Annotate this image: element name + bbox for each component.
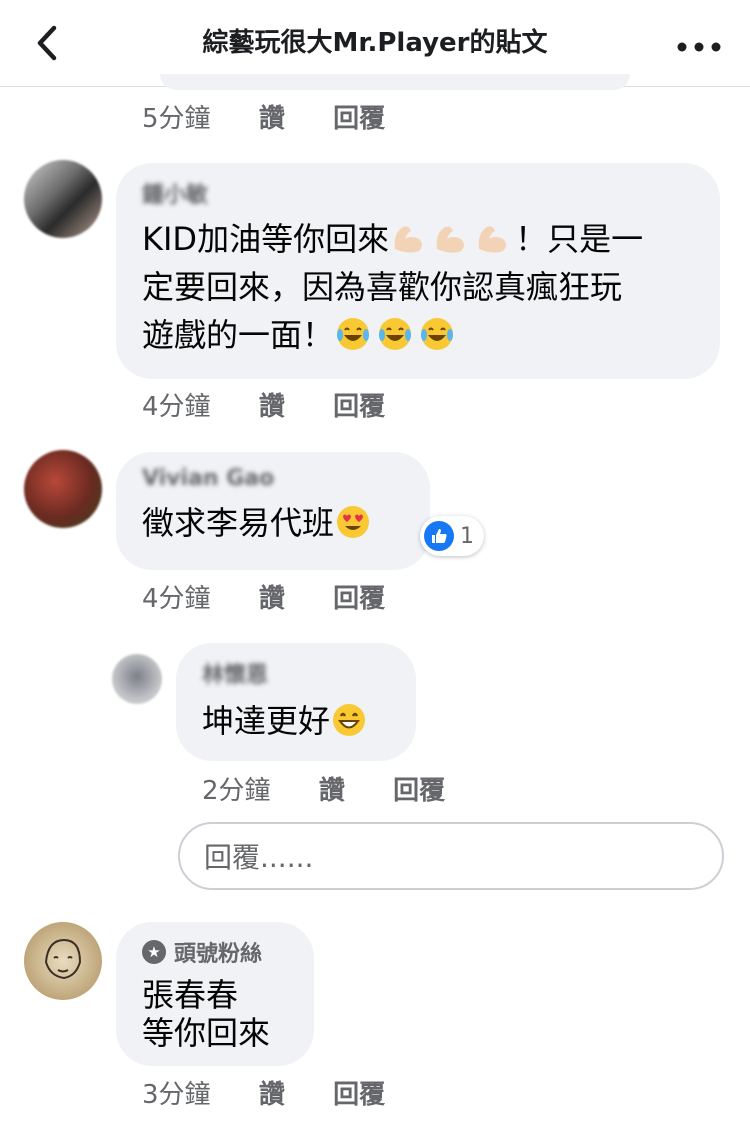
page-title: 綜藝玩很大Mr.Player的貼文 xyxy=(202,28,548,58)
reaction-count: 1 xyxy=(460,523,474,549)
tears-of-joy-icon xyxy=(334,315,372,353)
comment-bubble: Vivian Gao 徵求李易代班 xyxy=(116,452,430,570)
comment-time: 2分鐘 xyxy=(202,776,271,806)
badge-label: 頭號粉絲 xyxy=(174,942,263,967)
flexed-biceps-icon xyxy=(473,219,511,257)
star-icon: ★ xyxy=(142,940,166,964)
reply-link[interactable]: 回覆 xyxy=(333,1080,385,1110)
reply-bubble: 林懷恩 坤達更好 xyxy=(176,643,416,761)
like-link[interactable]: 讚 xyxy=(259,1080,285,1110)
comment-bubble: 鍾小敏 KID加油等你回來 ！只是一 定要回來，因為喜歡你認真瘋狂玩 遊戲的一面！ xyxy=(116,163,720,379)
flexed-biceps-icon xyxy=(431,219,469,257)
commenter-name[interactable]: 鍾小敏 xyxy=(142,177,694,209)
avatar[interactable] xyxy=(112,654,162,704)
commenter-name[interactable]: 林懷恩 xyxy=(202,657,390,689)
comment-time: 4分鐘 xyxy=(142,392,211,422)
comment-text: 徵求李易代班 xyxy=(142,499,404,547)
comment-text: 坤達更好 xyxy=(202,697,390,745)
flexed-biceps-icon xyxy=(389,219,427,257)
comment-meta: 2分鐘 讚 回覆 xyxy=(202,770,485,807)
reply-link[interactable]: 回覆 xyxy=(333,392,385,422)
top-fan-badge: ★ 頭號粉絲 xyxy=(142,936,288,968)
thumbs-up-icon xyxy=(424,521,454,551)
commenter-name[interactable]: Vivian Gao xyxy=(142,466,404,491)
comment-bubble: ★ 頭號粉絲 張春春 等你回來 xyxy=(116,922,314,1066)
avatar[interactable] xyxy=(24,922,102,1000)
like-link[interactable]: 讚 xyxy=(319,776,345,806)
avatar[interactable] xyxy=(24,160,102,238)
comment-time: 5分鐘 xyxy=(142,104,211,134)
tears-of-joy-icon xyxy=(376,315,414,353)
like-link[interactable]: 讚 xyxy=(259,584,285,614)
comment-text: KID加油等你回來 ！只是一 定要回來，因為喜歡你認真瘋狂玩 遊戲的一面！ xyxy=(142,219,644,354)
avatar[interactable] xyxy=(24,450,102,528)
more-horizontal-icon[interactable] xyxy=(676,26,722,61)
reply-input[interactable]: 回覆...... xyxy=(178,822,724,890)
heart-eyes-icon xyxy=(334,503,372,541)
comment-time: 4分鐘 xyxy=(142,584,211,614)
comment-meta: 3分鐘 讚 回覆 xyxy=(142,1074,425,1111)
reply-link[interactable]: 回覆 xyxy=(333,104,385,134)
chevron-left-icon[interactable] xyxy=(22,18,72,68)
comment-meta: 4分鐘 讚 回覆 xyxy=(142,578,425,615)
tears-of-joy-icon xyxy=(418,315,456,353)
reply-link[interactable]: 回覆 xyxy=(393,776,445,806)
like-link[interactable]: 讚 xyxy=(259,392,285,422)
reaction-count-badge[interactable]: 1 xyxy=(420,516,484,556)
commenter-name-line: 張春春 xyxy=(142,976,239,1014)
reply-link[interactable]: 回覆 xyxy=(333,584,385,614)
previous-comment-bubble-edge xyxy=(160,74,630,90)
like-link[interactable]: 讚 xyxy=(259,104,285,134)
comment-meta: 4分鐘 讚 回覆 xyxy=(142,386,425,423)
grinning-icon xyxy=(330,701,368,739)
comment-time: 3分鐘 xyxy=(142,1080,211,1110)
comment-text: 張春春 等你回來 xyxy=(142,976,271,1052)
comment-meta: 5分鐘 讚 回覆 xyxy=(142,98,425,135)
